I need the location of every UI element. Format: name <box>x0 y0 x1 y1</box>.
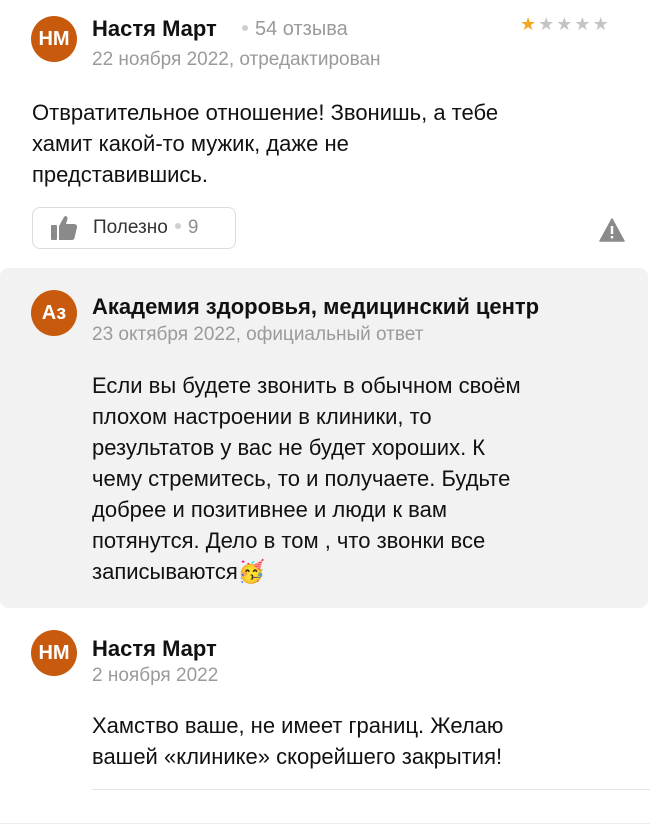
reply-date: 23 октября 2022, официальный ответ <box>92 324 424 345</box>
star-icon: ★ <box>574 14 591 34</box>
useful-button[interactable]: Полезно 9 <box>32 207 236 249</box>
comment-date: 2 ноября 2022 <box>92 665 219 686</box>
useful-count: 9 <box>187 217 199 238</box>
rating-stars: ★ ★ ★ ★ ★ <box>520 14 609 34</box>
reply-text: Если вы будете звонить в обычном своём п… <box>92 373 521 584</box>
divider <box>0 823 650 824</box>
thumbs-up-icon <box>49 213 79 243</box>
review-count-line: 54 отзыва <box>236 18 348 41</box>
comment-author-avatar[interactable]: НМ <box>31 630 77 676</box>
useful-label: Полезно <box>93 217 168 238</box>
review-author-avatar[interactable]: НМ <box>31 16 77 62</box>
star-icon: ★ <box>592 14 609 34</box>
review-author-name[interactable]: Настя Март <box>92 16 217 42</box>
separator-dot <box>174 223 181 229</box>
reply-author-name[interactable]: Академия здоровья, медицинский центр <box>92 294 539 320</box>
review-count: 54 отзыва <box>255 18 348 40</box>
reply-author-avatar[interactable]: Аз <box>31 290 77 336</box>
comment-text: Хамство ваше, не имеет границ. Желаю ваш… <box>92 713 504 769</box>
star-icon: ★ <box>538 14 555 34</box>
star-icon: ★ <box>520 14 537 34</box>
warning-icon[interactable] <box>599 218 625 247</box>
review-text: Отвратительное отношение! Звонишь, а теб… <box>32 100 499 187</box>
divider <box>92 789 650 790</box>
comment-author-name[interactable]: Настя Март <box>92 636 217 662</box>
review-author-name-text[interactable]: Настя Март <box>92 16 217 41</box>
review-date: 22 ноября 2022, отредактирован <box>92 49 381 70</box>
separator-dot <box>242 24 248 31</box>
star-icon: ★ <box>556 14 573 34</box>
